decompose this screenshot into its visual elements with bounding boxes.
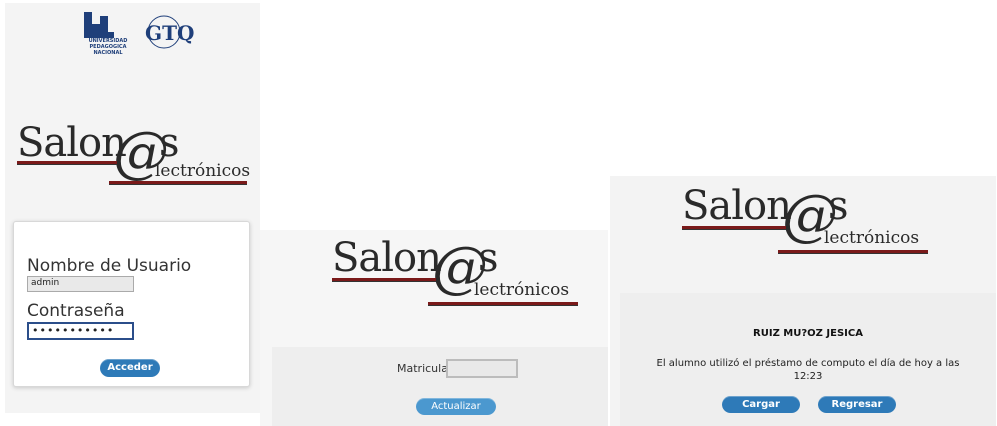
password-input[interactable]: •••••••••••	[27, 322, 134, 340]
update-button[interactable]: Actualizar	[416, 398, 496, 415]
brand-underline-2	[428, 302, 578, 306]
result-panel: Salon @ s lectrónicos RUIZ MU?OZ JESICA …	[610, 176, 996, 426]
brand-electronicos-text: lectrónicos	[824, 228, 920, 248]
brand-underline	[17, 161, 117, 165]
back-button[interactable]: Regresar	[818, 396, 896, 413]
search-panel: Salon @ s lectrónicos Matricula Actualiz…	[260, 230, 608, 426]
brand-salon-text: Salon	[682, 183, 792, 229]
username-input[interactable]: admin	[27, 276, 134, 292]
brand-underline	[332, 278, 436, 282]
brand-salon-text: Salon	[17, 120, 127, 166]
brand-logo: Salon @ s lectrónicos	[17, 123, 252, 188]
brand-salon-text: Salon	[332, 235, 442, 281]
search-form: Matricula Actualizar	[272, 347, 608, 426]
brand-underline	[682, 226, 786, 230]
brand-underline-2	[109, 181, 247, 185]
brand-logo: Salon @ s lectrónicos	[682, 186, 932, 256]
login-form: Nombre de Usuario admin Contraseña •••••…	[13, 221, 250, 387]
result-box: RUIZ MU?OZ JESICA El alumno utilizó el p…	[620, 293, 996, 426]
loan-message-line2: 12:23	[793, 371, 823, 382]
matricula-input[interactable]	[446, 359, 518, 378]
load-button[interactable]: Cargar	[722, 396, 800, 413]
login-button[interactable]: Acceder	[100, 359, 160, 377]
matricula-label: Matricula	[397, 362, 448, 375]
brand-logo: Salon @ s lectrónicos	[332, 238, 582, 308]
login-panel: UNIVERSIDAD PEDAGOGICA NACIONAL GTQ Salo…	[5, 3, 260, 413]
gtq-logo-text: GTQ	[145, 21, 195, 45]
student-name: RUIZ MU?OZ JESICA	[753, 328, 863, 339]
username-label: Nombre de Usuario	[27, 256, 192, 276]
password-label: Contraseña	[27, 301, 125, 321]
brand-s-text: s	[159, 120, 180, 166]
loan-message-line1: El alumno utilizó el préstamo de computo…	[656, 358, 960, 369]
upn-logo: UNIVERSIDAD PEDAGOGICA NACIONAL	[79, 10, 137, 58]
loan-message: El alumno utilizó el préstamo de computo…	[620, 357, 996, 383]
brand-s-text: s	[478, 235, 499, 281]
brand-electronicos-text: lectrónicos	[474, 280, 570, 300]
gtq-logo: GTQ	[141, 12, 194, 54]
upn-logo-text: UNIVERSIDAD PEDAGOGICA NACIONAL	[88, 38, 128, 56]
brand-electronicos-text: lectrónicos	[155, 161, 251, 181]
brand-s-text: s	[828, 183, 849, 229]
brand-underline-2	[778, 250, 928, 254]
